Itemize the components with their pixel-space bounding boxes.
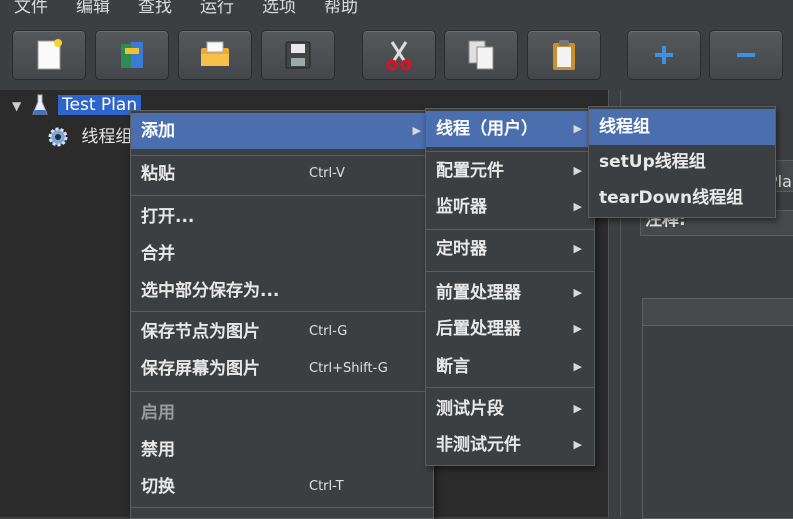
menu-item-paste[interactable]: 粘贴 Ctrl-V xyxy=(131,156,433,192)
context-menu: 添加 ▶ 粘贴 Ctrl-V 打开... 合并 选中部分保存为... 保存节点为… xyxy=(130,110,434,519)
menu-edit[interactable]: 编辑 xyxy=(76,0,110,14)
menu-separator xyxy=(426,151,594,152)
submenu-arrow-icon: ▶ xyxy=(573,200,582,213)
menu-separator xyxy=(131,391,433,392)
add-submenu: 线程（用户） ▶ 配置元件 ▶ 监听器 ▶ 定时器 ▶ 前置处理器 ▶ 后置处理… xyxy=(425,108,595,466)
tree-child-label[interactable]: 线程组 xyxy=(81,127,132,147)
tree-root-label[interactable]: Test Plan xyxy=(58,95,142,115)
submenu-item-teardown-thread-group[interactable]: tearDown线程组 xyxy=(589,180,775,216)
copy-icon xyxy=(468,40,494,70)
flask-icon xyxy=(31,94,48,115)
menu-item-save-selection[interactable]: 选中部分保存为... xyxy=(131,273,433,309)
menu-item-save-screen-image[interactable]: 保存屏幕为图片 Ctrl+Shift-G xyxy=(131,351,433,387)
menu-separator xyxy=(426,229,594,230)
open-button[interactable] xyxy=(178,30,252,80)
menu-item-merge[interactable]: 合并 xyxy=(131,236,433,272)
submenu-arrow-icon: ▶ xyxy=(412,124,421,137)
submenu-arrow-icon: ▶ xyxy=(573,242,582,255)
menu-item-open[interactable]: 打开... xyxy=(131,199,433,235)
submenu-item-pre[interactable]: 前置处理器 ▶ xyxy=(426,275,594,311)
settings-panel xyxy=(642,298,793,519)
menu-item-add[interactable]: 添加 ▶ xyxy=(131,113,433,149)
submenu-arrow-icon: ▶ xyxy=(573,286,582,299)
menu-separator xyxy=(131,507,433,508)
menu-item-enable[interactable]: 启用 xyxy=(131,395,433,431)
submenu-item-assertion[interactable]: 断言 ▶ xyxy=(426,349,594,385)
submenu-arrow-icon: ▶ xyxy=(573,438,582,451)
templates-button[interactable] xyxy=(95,30,169,80)
cut-button[interactable] xyxy=(362,30,436,80)
submenu-arrow-icon: ▶ xyxy=(573,164,582,177)
submenu-arrow-icon: ▶ xyxy=(573,360,582,373)
expand-plus-icon xyxy=(655,46,673,64)
menu-item-toggle[interactable]: 切换 Ctrl-T xyxy=(131,469,433,505)
collapse-minus-icon xyxy=(737,53,755,57)
submenu-item-fragment[interactable]: 测试片段 ▶ xyxy=(426,391,594,427)
gear-icon xyxy=(48,127,68,147)
submenu-arrow-icon: ▶ xyxy=(573,402,582,415)
submenu-arrow-icon: ▶ xyxy=(573,322,582,335)
menu-bar: 文件 编辑 查找 运行 选项 帮助 xyxy=(0,0,793,14)
tree-child-row[interactable]: 线程组 xyxy=(46,124,132,150)
threads-submenu: 线程组 setUp线程组 tearDown线程组 xyxy=(588,106,776,218)
paste-icon xyxy=(553,40,575,70)
submenu-item-thread-group[interactable]: 线程组 xyxy=(589,109,775,145)
expand-triangle-icon[interactable]: ▼ xyxy=(12,99,21,113)
menu-separator xyxy=(131,311,433,312)
menu-item-disable[interactable]: 禁用 xyxy=(131,432,433,468)
submenu-arrow-icon: ▶ xyxy=(573,122,582,135)
submenu-item-config[interactable]: 配置元件 ▶ xyxy=(426,153,594,189)
new-document-icon xyxy=(37,39,62,70)
menu-separator xyxy=(426,271,594,272)
cut-icon xyxy=(386,41,412,71)
collapse-button[interactable] xyxy=(709,30,783,80)
menu-separator xyxy=(426,387,594,388)
menu-search[interactable]: 查找 xyxy=(138,0,172,14)
paste-button[interactable] xyxy=(527,30,601,80)
menu-options[interactable]: 选项 xyxy=(262,0,296,14)
menu-run[interactable]: 运行 xyxy=(200,0,234,14)
menu-file[interactable]: 文件 xyxy=(14,0,48,14)
copy-button[interactable] xyxy=(444,30,518,80)
submenu-item-listener[interactable]: 监听器 ▶ xyxy=(426,189,594,225)
tree-root-row[interactable]: ▼ Test Plan xyxy=(12,92,142,118)
save-button[interactable] xyxy=(261,30,335,80)
templates-icon xyxy=(121,42,143,68)
open-folder-icon xyxy=(201,41,229,66)
expand-button[interactable] xyxy=(627,30,701,80)
submenu-item-non-test[interactable]: 非测试元件 ▶ xyxy=(426,427,594,463)
toolbar xyxy=(0,14,793,90)
menu-item-save-node-image[interactable]: 保存节点为图片 Ctrl-G xyxy=(131,314,433,350)
submenu-item-setup-thread-group[interactable]: setUp线程组 xyxy=(589,144,775,180)
save-icon xyxy=(285,41,311,69)
submenu-item-timer[interactable]: 定时器 ▶ xyxy=(426,231,594,267)
menu-help[interactable]: 帮助 xyxy=(324,0,358,14)
menu-separator xyxy=(131,195,433,196)
new-button[interactable] xyxy=(12,30,86,80)
submenu-item-post[interactable]: 后置处理器 ▶ xyxy=(426,311,594,347)
submenu-item-threads[interactable]: 线程（用户） ▶ xyxy=(426,111,594,147)
